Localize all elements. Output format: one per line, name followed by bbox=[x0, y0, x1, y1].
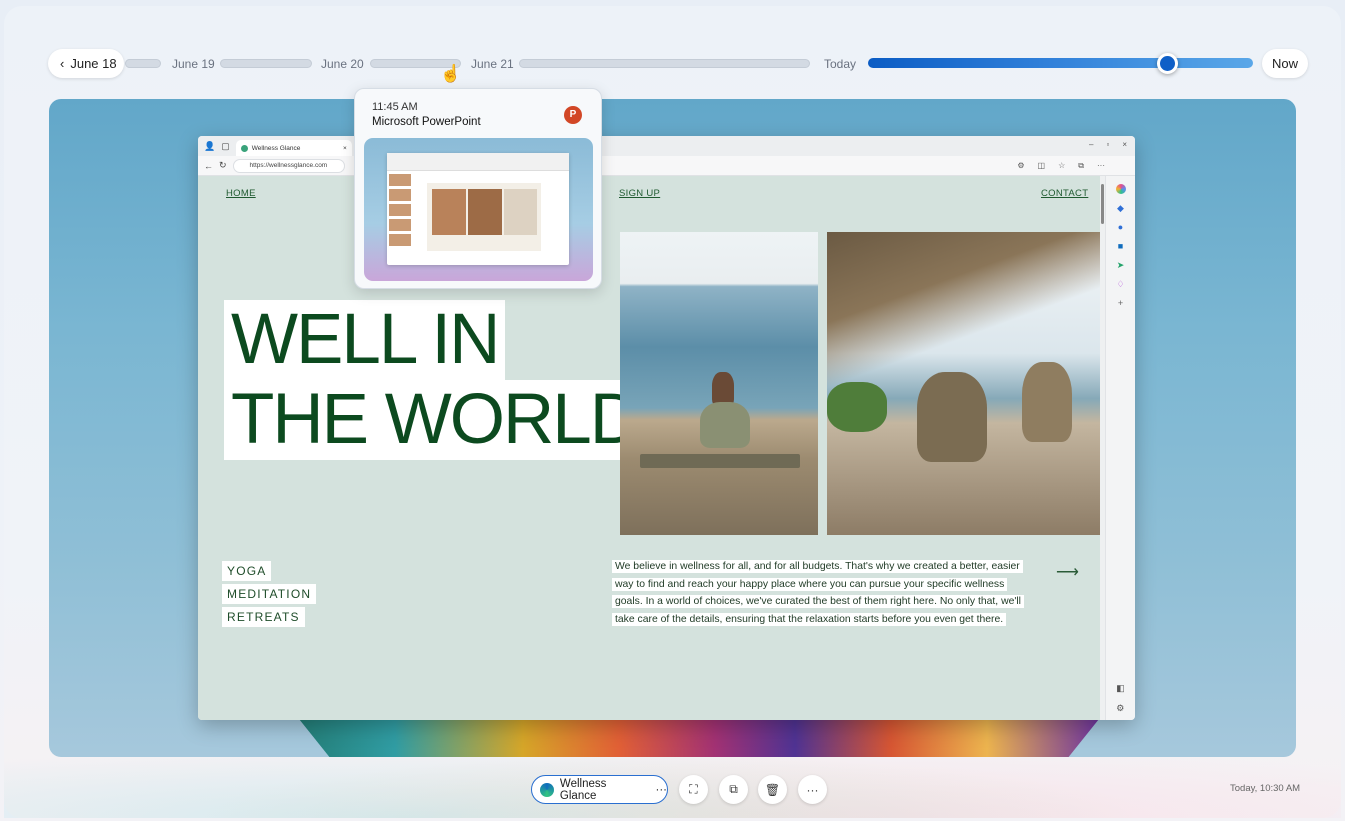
ribbon-thumb bbox=[387, 153, 569, 171]
now-button[interactable]: Now bbox=[1262, 49, 1308, 78]
copilot-icon[interactable] bbox=[1115, 184, 1126, 194]
browser-window[interactable]: 👤 ▢ Wellness Glance × – ▫ × ← ↻ https://… bbox=[198, 136, 1135, 720]
screen-capture-icon: ⛶ bbox=[689, 782, 698, 796]
timeline-today-track[interactable] bbox=[868, 58, 1253, 68]
now-label: Now bbox=[1271, 56, 1298, 71]
address-input[interactable]: https://wellnessglance.com bbox=[232, 158, 345, 173]
ellipsis-icon: ··· bbox=[806, 782, 819, 797]
mission-line: take care of the details, ensuring that … bbox=[612, 612, 1007, 626]
timeline-preview-popup[interactable]: 11:45 AM Microsoft PowerPoint P bbox=[354, 88, 602, 289]
copy-icon: ⧉ bbox=[729, 782, 738, 796]
browser-toolbar: ⚙ ◫ ☆ ⧉ ··· bbox=[1017, 161, 1105, 171]
slide-list-thumb bbox=[389, 174, 411, 263]
browser-tab[interactable]: Wellness Glance × bbox=[235, 140, 352, 156]
wallpaper-bloom bbox=[299, 719, 1099, 757]
back-date-button[interactable]: ‹ June 18 bbox=[48, 49, 124, 78]
mission-line: goals. In a world of choices, we've cura… bbox=[612, 595, 1024, 609]
mission-line: We believe in wellness for all, and for … bbox=[612, 560, 1023, 573]
mission-text: We believe in wellness for all, and for … bbox=[612, 558, 1042, 628]
person-shape bbox=[700, 402, 750, 448]
delete-button[interactable]: 🗑 bbox=[758, 775, 787, 804]
preview-app-name: Microsoft PowerPoint bbox=[372, 116, 481, 128]
m365-icon[interactable]: ● bbox=[1116, 222, 1126, 232]
powerpoint-icon: P bbox=[564, 106, 582, 124]
hero-line-1: WELL IN bbox=[224, 300, 506, 380]
trash-icon: 🗑 bbox=[764, 782, 781, 797]
website-page: HOME SIGN UP CONTACT WELL IN THE WORLD Y… bbox=[198, 176, 1100, 720]
back-arrow-icon[interactable]: ← bbox=[204, 161, 213, 171]
app-context-label: Wellness Glance bbox=[559, 777, 607, 802]
collections-icon[interactable]: ⧉ bbox=[1078, 161, 1084, 171]
slide-image bbox=[468, 189, 502, 235]
powerpoint-window-thumb bbox=[387, 153, 569, 265]
arrow-right-icon[interactable]: ⟶ bbox=[1056, 562, 1079, 582]
app-context-button[interactable]: Wellness Glance ··· bbox=[531, 775, 668, 804]
add-icon[interactable]: + bbox=[1116, 298, 1126, 308]
refresh-icon[interactable]: ↻ bbox=[219, 160, 227, 171]
nav-contact-link[interactable]: CONTACT bbox=[1041, 188, 1088, 199]
minimize-icon[interactable]: – bbox=[1089, 140, 1093, 149]
scrollbar-thumb[interactable] bbox=[1101, 184, 1104, 224]
timeline-segment[interactable] bbox=[220, 59, 312, 68]
profile-icon[interactable]: 👤 bbox=[204, 141, 215, 152]
snapshot-timestamp: Today, 10:30 AM bbox=[1230, 783, 1301, 794]
more-options-icon[interactable]: ··· bbox=[656, 784, 668, 796]
more-button[interactable]: ··· bbox=[798, 775, 827, 804]
favorites-icon[interactable]: ☆ bbox=[1058, 161, 1065, 171]
person-shape bbox=[1022, 362, 1072, 442]
tag-yoga[interactable]: YOGA bbox=[222, 561, 272, 581]
tag-list: YOGA MEDITATION RETREATS bbox=[222, 561, 317, 627]
timeline-date-today[interactable]: Today bbox=[824, 57, 856, 71]
edge-sidebar: ◆ ● ■ ➤ ♢ + ◧ ⚙ bbox=[1105, 176, 1135, 720]
edge-icon bbox=[540, 782, 554, 797]
nav-home-link[interactable]: HOME bbox=[226, 188, 256, 199]
maximize-icon[interactable]: ▫ bbox=[1106, 140, 1109, 149]
browser-tab-bar: 👤 ▢ Wellness Glance × – ▫ × bbox=[198, 136, 1135, 156]
back-date-label: June 18 bbox=[70, 56, 117, 71]
person-shape bbox=[712, 372, 734, 406]
timeline-segment[interactable] bbox=[519, 59, 810, 68]
timeline-date-june20[interactable]: June 20 bbox=[321, 57, 364, 71]
meditation-photo bbox=[620, 232, 818, 535]
mission-line: way to find and reach your happy place w… bbox=[612, 577, 1008, 591]
outlook-icon[interactable]: ■ bbox=[1116, 241, 1126, 251]
timeline-date-june19[interactable]: June 19 bbox=[172, 57, 215, 71]
timeline-segment[interactable] bbox=[125, 59, 161, 68]
slide-image bbox=[504, 189, 537, 235]
hand-cursor-icon: ☝ bbox=[440, 64, 462, 83]
tag-icon[interactable]: ◆ bbox=[1116, 203, 1126, 213]
plant-shape bbox=[827, 382, 887, 432]
yoga-photo bbox=[827, 232, 1100, 535]
send-icon[interactable]: ➤ bbox=[1116, 260, 1126, 270]
site-favicon-icon bbox=[240, 144, 248, 152]
tab-title: Wellness Glance bbox=[251, 144, 301, 152]
close-icon[interactable]: × bbox=[1122, 140, 1127, 149]
slide-image bbox=[432, 189, 466, 235]
copy-button[interactable]: ⧉ bbox=[719, 775, 748, 804]
sidebar-bottom: ◧ ⚙ bbox=[1116, 683, 1125, 714]
window-controls: – ▫ × bbox=[1089, 140, 1127, 149]
nav-signup-link[interactable]: SIGN UP bbox=[619, 188, 660, 199]
hide-sidebar-icon[interactable]: ◧ bbox=[1116, 683, 1125, 694]
timeline-slider-thumb[interactable] bbox=[1157, 53, 1178, 74]
settings-icon[interactable]: ⚙ bbox=[1116, 703, 1125, 714]
extension-icon[interactable]: ⚙ bbox=[1017, 161, 1024, 171]
designer-icon[interactable]: ♢ bbox=[1116, 279, 1126, 289]
tab-close-icon[interactable]: × bbox=[343, 145, 347, 152]
split-screen-icon[interactable]: ◫ bbox=[1038, 161, 1046, 171]
screenshot-button[interactable]: ⛶ bbox=[679, 775, 708, 804]
address-bar-row: ← ↻ https://wellnessglance.com ⚙ ◫ ☆ ⧉ ·… bbox=[198, 156, 1135, 176]
tab-actions-icon[interactable]: ▢ bbox=[221, 141, 230, 152]
preview-time: 11:45 AM bbox=[372, 101, 418, 113]
preview-thumbnail[interactable] bbox=[364, 138, 593, 281]
yoga-mat-shape bbox=[640, 454, 800, 468]
hero-line-2: THE WORLD bbox=[224, 380, 646, 460]
more-icon[interactable]: ··· bbox=[1097, 161, 1105, 171]
tag-meditation[interactable]: MEDITATION bbox=[222, 584, 317, 604]
person-shape bbox=[917, 372, 987, 462]
chevron-left-icon: ‹ bbox=[60, 56, 65, 71]
tag-retreats[interactable]: RETREATS bbox=[222, 607, 305, 627]
timeline-date-june21[interactable]: June 21 bbox=[471, 57, 514, 71]
slide-thumb bbox=[427, 183, 541, 251]
